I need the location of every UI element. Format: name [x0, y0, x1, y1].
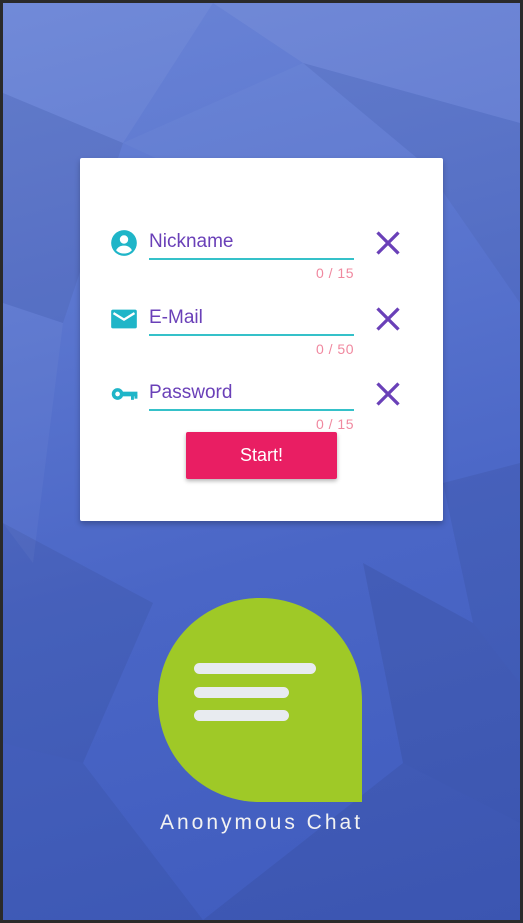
- close-icon[interactable]: [374, 229, 402, 257]
- close-icon[interactable]: [374, 305, 402, 333]
- nickname-counter: 0 / 15: [315, 265, 354, 281]
- app-screen: 0 / 15 0 / 50: [3, 3, 520, 920]
- start-button[interactable]: Start!: [186, 432, 337, 479]
- account-circle-icon: [111, 230, 137, 256]
- key-icon: [111, 388, 138, 400]
- password-field: 0 / 15: [80, 376, 443, 436]
- chat-bubble-icon: [158, 598, 362, 802]
- nickname-field: 0 / 15: [80, 225, 443, 285]
- email-input[interactable]: [149, 301, 354, 336]
- password-input[interactable]: [149, 376, 354, 411]
- nickname-input[interactable]: [149, 225, 354, 260]
- email-icon: [111, 309, 137, 329]
- app-name: Anonymous Chat: [159, 811, 364, 834]
- email-counter: 0 / 50: [315, 341, 354, 357]
- email-field: 0 / 50: [80, 301, 443, 361]
- login-card: 0 / 15 0 / 50: [80, 158, 443, 521]
- password-counter: 0 / 15: [315, 416, 354, 432]
- close-icon[interactable]: [374, 380, 402, 408]
